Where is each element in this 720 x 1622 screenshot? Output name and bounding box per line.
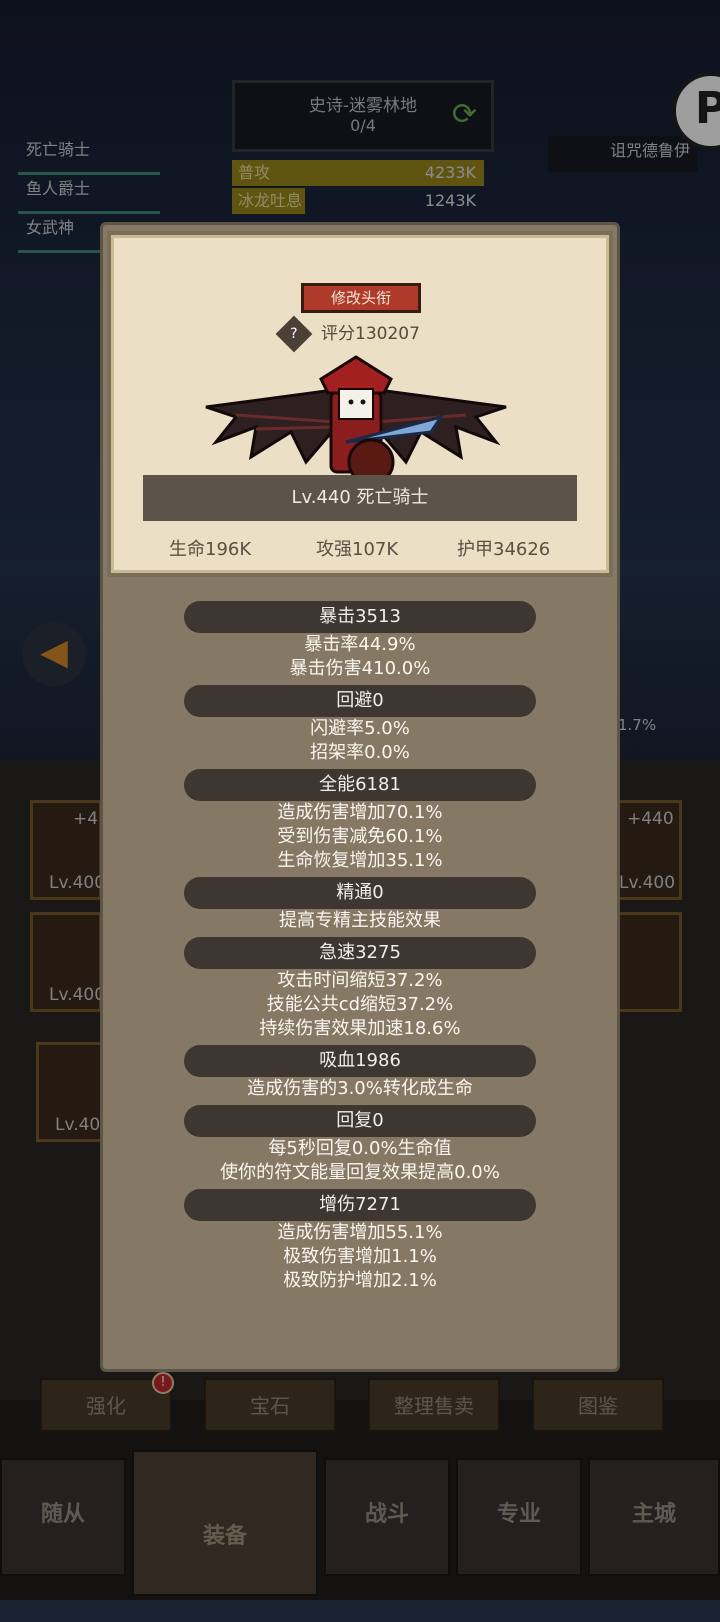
hero-attack: 攻强107K <box>316 539 399 560</box>
stat-line: 闪避率5.0% <box>310 718 410 739</box>
stat-line: 受到伤害减免60.1% <box>277 826 443 847</box>
hero-portrait <box>205 355 507 486</box>
stat-group: 增伤7271 造成伤害增加55.1% 极致伤害增加1.1% 极致防护增加2.1% <box>103 1189 617 1293</box>
hero-card: 修改头衔 ? 评分130207 Lv.440 死亡骑士 生命196K 攻强107K… <box>107 231 613 577</box>
stat-group: 回避0 闪避率5.0% 招架率0.0% <box>103 685 617 765</box>
stat-group-header: 暴击3513 <box>184 601 536 633</box>
hero-core-stats: 生命196K 攻强107K 护甲34626 <box>111 535 609 565</box>
hero-stats-modal: 修改头衔 ? 评分130207 Lv.440 死亡骑士 生命196K 攻强107K… <box>100 222 620 1372</box>
hero-hp: 生命196K <box>169 539 252 560</box>
stat-line: 使你的符文能量回复效果提高0.0% <box>220 1162 500 1183</box>
stat-line: 每5秒回复0.0%生命值 <box>268 1138 452 1159</box>
hero-armor: 护甲34626 <box>457 539 551 560</box>
stat-line: 技能公共cd缩短37.2% <box>266 994 454 1015</box>
stat-group: 暴击3513 暴击率44.9% 暴击伤害410.0% <box>103 601 617 681</box>
stat-line: 暴击率44.9% <box>304 634 416 655</box>
stat-group: 回复0 每5秒回复0.0%生命值使你的符文能量回复效果提高0.0% <box>103 1105 617 1185</box>
stat-line: 攻击时间缩短37.2% <box>277 970 443 991</box>
stat-group: 全能6181 造成伤害增加70.1% 受到伤害减免60.1% 生命恢复增加35.1% <box>103 769 617 873</box>
stat-line: 持续伤害效果加速18.6% <box>259 1018 461 1039</box>
stat-group: 急速3275 攻击时间缩短37.2% 技能公共cd缩短37.2% 持续伤害效果加速18… <box>103 937 617 1041</box>
score-row: ? 评分130207 <box>275 315 420 353</box>
stat-line: 造成伤害的3.0%转化成生命 <box>247 1078 473 1099</box>
stat-group-header: 吸血1986 <box>184 1045 536 1077</box>
hero-name-bar: Lv.440 死亡骑士 <box>143 475 577 521</box>
score-value: 评分130207 <box>321 324 420 344</box>
stat-line: 极致伤害增加1.1% <box>283 1246 437 1267</box>
stat-line: 生命恢复增加35.1% <box>277 850 443 871</box>
stat-group-header: 急速3275 <box>184 937 536 969</box>
stat-line: 造成伤害增加70.1% <box>277 802 443 823</box>
stat-group-header: 增伤7271 <box>184 1189 536 1221</box>
stat-line: 提高专精主技能效果 <box>279 910 441 931</box>
stat-detail-list[interactable]: 暴击3513 暴击率44.9% 暴击伤害410.0% 回避0 闪避率5.0% 招架率0.0… <box>103 601 617 1297</box>
rename-title-button[interactable]: 修改头衔 <box>301 283 421 313</box>
stat-group: 精通0 提高专精主技能效果 <box>103 877 617 933</box>
stat-line: 暴击伤害410.0% <box>289 658 431 679</box>
stat-line: 造成伤害增加55.1% <box>277 1222 443 1243</box>
stat-line: 极致防护增加2.1% <box>283 1270 437 1291</box>
stat-group-header: 全能6181 <box>184 769 536 801</box>
stat-group-header: 回避0 <box>184 685 536 717</box>
stat-line: 招架率0.0% <box>310 742 410 763</box>
stat-group: 吸血1986 造成伤害的3.0%转化成生命 <box>103 1045 617 1101</box>
stat-group-header: 回复0 <box>184 1105 536 1137</box>
stat-group-header: 精通0 <box>184 877 536 909</box>
